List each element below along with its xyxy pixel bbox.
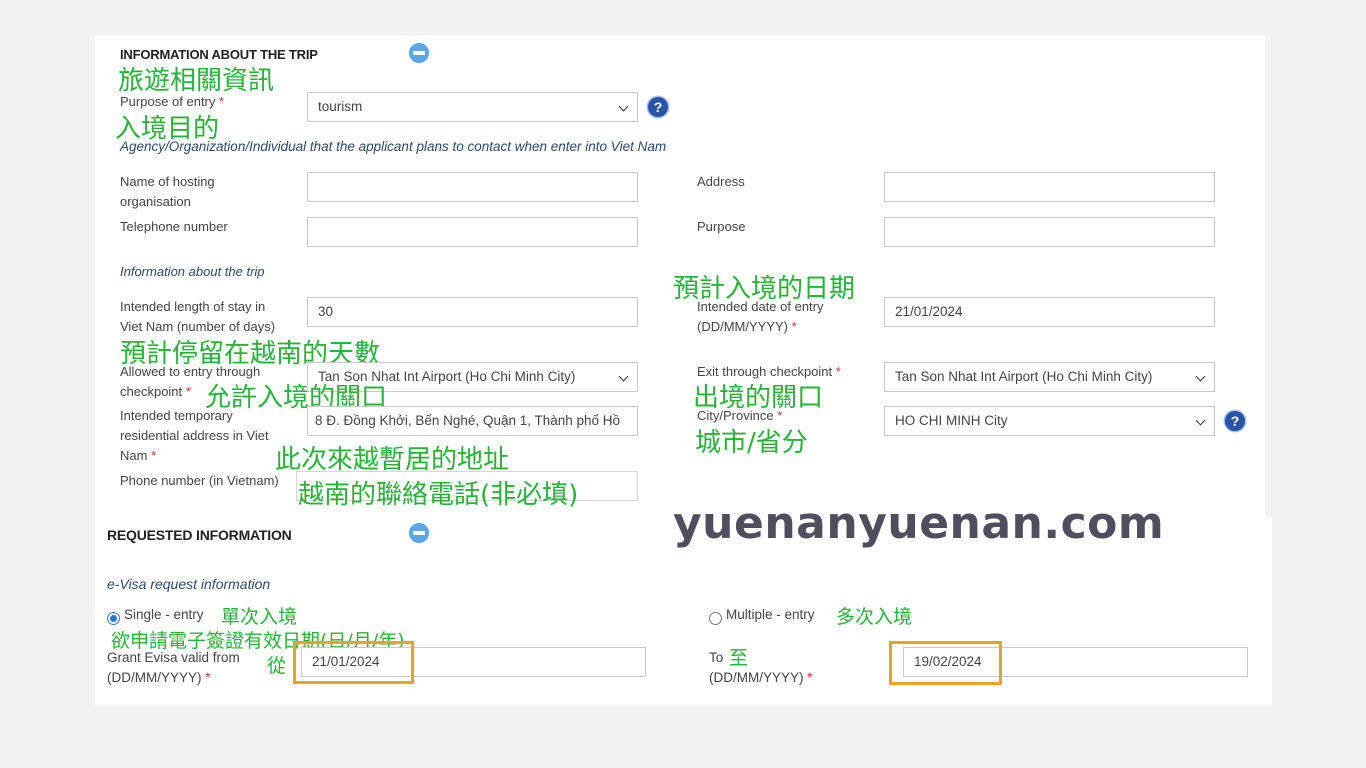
city-select[interactable]: HO CHI MINH City [884, 406, 1215, 436]
phone-label-cn: 越南的聯絡電話(非必填) [298, 480, 579, 510]
address-label: Address [697, 174, 745, 189]
multiple-entry-radio[interactable] [709, 612, 722, 625]
watermark-text: yuenanyuenan.com [673, 498, 1165, 549]
city-label-cn: 城市/省分 [695, 428, 808, 458]
temp-address-input[interactable]: 8 Đ. Đồng Khởi, Bến Nghé, Quận 1, Thành … [307, 406, 638, 436]
valid-to-highlight [889, 641, 1002, 685]
to-label-cn: 至 [729, 647, 749, 669]
entry-date-input[interactable]: 21/01/2024 [884, 297, 1215, 327]
purpose-select[interactable]: tourism [307, 92, 638, 122]
help-question-icon[interactable]: ? [648, 97, 668, 117]
agency-heading: Agency/Organization/Individual that the … [120, 139, 667, 154]
stay-length-label: Intended length of stay in Viet Nam (numb… [120, 299, 276, 334]
telephone-input[interactable] [307, 217, 638, 247]
hosting-label: Name of hosting organisation [120, 174, 215, 209]
to-label: To [709, 650, 724, 665]
help-question-icon[interactable]: ? [1225, 411, 1245, 431]
valid-from-highlight [293, 641, 414, 684]
purpose2-input[interactable] [884, 217, 1215, 247]
phone-label: Phone number (in Vietnam) [120, 473, 279, 488]
multiple-entry-label: Multiple - entry [726, 607, 815, 622]
address-input[interactable] [884, 172, 1215, 202]
grant-valid-from-label: Grant Evisa valid from (DD/MM/YYYY) * [107, 650, 240, 685]
single-entry-label-cn: 單次入境 [221, 606, 298, 628]
collapse-minus-icon[interactable] [409, 43, 429, 63]
telephone-label: Telephone number [120, 219, 228, 234]
to-format-label: (DD/MM/YYYY) * [709, 670, 813, 685]
temp-address-label: Intended temporary residential address in… [120, 408, 269, 463]
from-label-cn: 從 [267, 655, 287, 677]
purpose2-label: Purpose [697, 219, 746, 234]
collapse-minus-icon[interactable] [409, 523, 429, 543]
single-entry-radio[interactable] [107, 612, 120, 625]
evisa-heading: e-Visa request information [107, 576, 271, 592]
hosting-organisation-input[interactable] [307, 172, 638, 202]
entry-date-label: Intended date of entry (DD/MM/YYYY) * [697, 299, 824, 334]
requested-section-title: REQUESTED INFORMATION [107, 527, 292, 543]
multiple-entry-label-cn: 多次入境 [836, 606, 913, 628]
exit-checkpoint-select[interactable]: Tan Son Nhat Int Airport (Ho Chi Minh Ci… [884, 362, 1215, 392]
trip-info-heading: Information about the trip [120, 264, 265, 279]
single-entry-label: Single - entry [124, 607, 204, 622]
stay-length-input[interactable]: 30 [307, 297, 638, 327]
